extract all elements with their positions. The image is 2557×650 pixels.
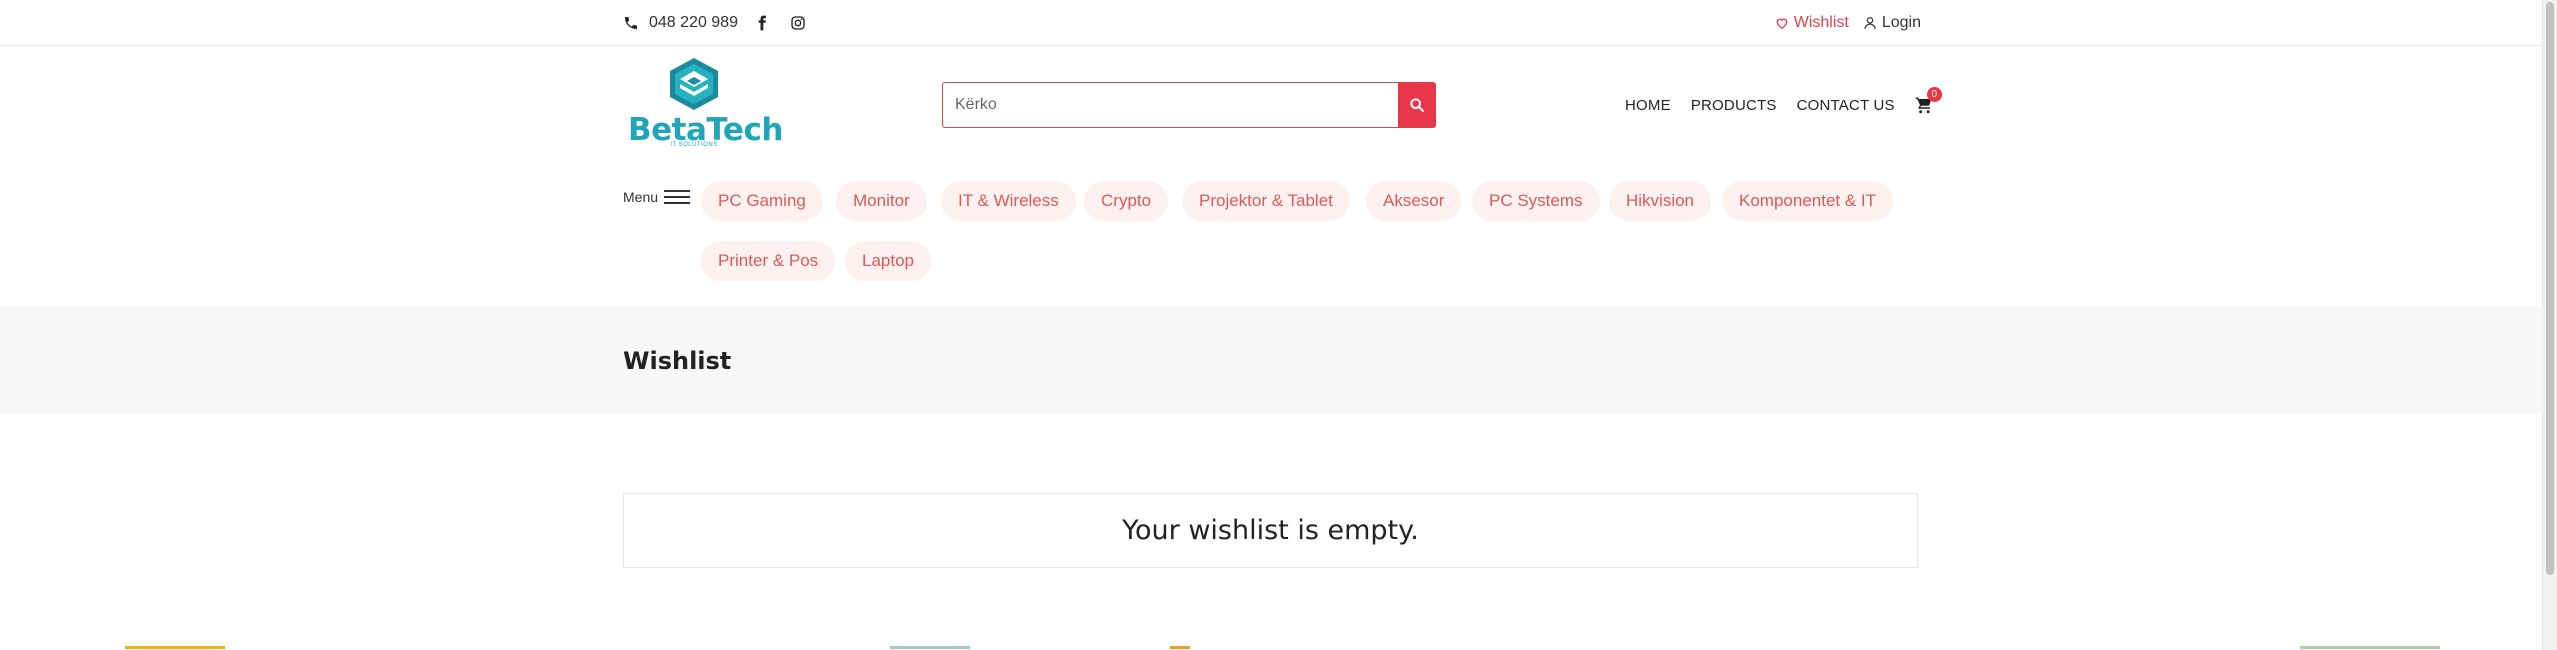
category-projektor-tablet[interactable]: Projektor & Tablet	[1182, 181, 1350, 221]
logo-tagline: IT SOLUTIONS	[670, 142, 718, 148]
page-scrollbar[interactable]	[2542, 0, 2557, 650]
wishlist-link-label: Wishlist	[1793, 13, 1849, 31]
footer-preview-mark	[1170, 646, 1190, 649]
category-crypto[interactable]: Crypto	[1084, 181, 1169, 221]
search-input[interactable]	[942, 82, 1398, 128]
menu-toggle[interactable]: Menu	[623, 189, 691, 205]
category-laptop[interactable]: Laptop	[845, 241, 931, 281]
facebook-icon[interactable]	[754, 15, 770, 31]
user-icon	[1863, 16, 1877, 30]
page-header-band: Wishlist	[0, 307, 2543, 413]
contact-info: 048 220 989	[623, 0, 826, 45]
footer-preview-mark	[890, 646, 970, 649]
wishlist-link[interactable]: Wishlist	[1775, 14, 1849, 32]
category-komponentet-it[interactable]: Komponentet & IT	[1722, 181, 1894, 221]
heart-icon	[1775, 16, 1789, 30]
category-monitor[interactable]: Monitor	[836, 181, 927, 221]
category-hikvision[interactable]: Hikvision	[1609, 181, 1712, 221]
category-pc-gaming[interactable]: PC Gaming	[701, 181, 823, 221]
top-bar: 048 220 989 Wishlist Login	[0, 0, 2543, 46]
cart-count-badge: 0	[1926, 87, 1942, 102]
search-bar	[942, 82, 1436, 128]
menu-label: Menu	[623, 189, 659, 205]
category-printer-pos[interactable]: Printer & Pos	[701, 241, 836, 281]
category-it-wireless[interactable]: IT & Wireless	[941, 181, 1076, 221]
footer-preview-mark	[2300, 646, 2440, 649]
nav-home[interactable]: HOME	[1625, 97, 1671, 114]
nav-contact-us[interactable]: CONTACT US	[1797, 97, 1895, 114]
cart-button[interactable]: 0	[1915, 87, 1942, 114]
footer-preview-mark	[125, 646, 225, 649]
scrollbar-thumb[interactable]	[2546, 2, 2554, 575]
hamburger-icon	[664, 190, 691, 204]
main-nav: HOME PRODUCTS CONTACT US 0	[1625, 82, 1942, 128]
phone-icon	[623, 15, 639, 31]
page-title: Wishlist	[623, 347, 732, 375]
login-link-label: Login	[1881, 13, 1921, 31]
footer-preview-strip	[0, 644, 2543, 650]
phone-number[interactable]: 048 220 989	[649, 14, 738, 32]
login-link[interactable]: Login	[1863, 14, 1921, 32]
search-icon	[1410, 98, 1424, 112]
category-aksesor[interactable]: Aksesor	[1366, 181, 1462, 221]
wishlist-empty-message: Your wishlist is empty.	[1122, 515, 1419, 546]
search-button[interactable]	[1398, 82, 1436, 128]
account-links: Wishlist Login	[1775, 0, 1921, 45]
logo-emblem-icon	[670, 58, 718, 110]
instagram-icon[interactable]	[790, 15, 806, 31]
wishlist-empty-panel: Your wishlist is empty.	[623, 493, 1918, 568]
site-logo[interactable]: BetaTech IT SOLUTIONS	[628, 57, 783, 153]
category-pc-systems[interactable]: PC Systems	[1472, 181, 1600, 221]
nav-products[interactable]: PRODUCTS	[1691, 97, 1777, 114]
